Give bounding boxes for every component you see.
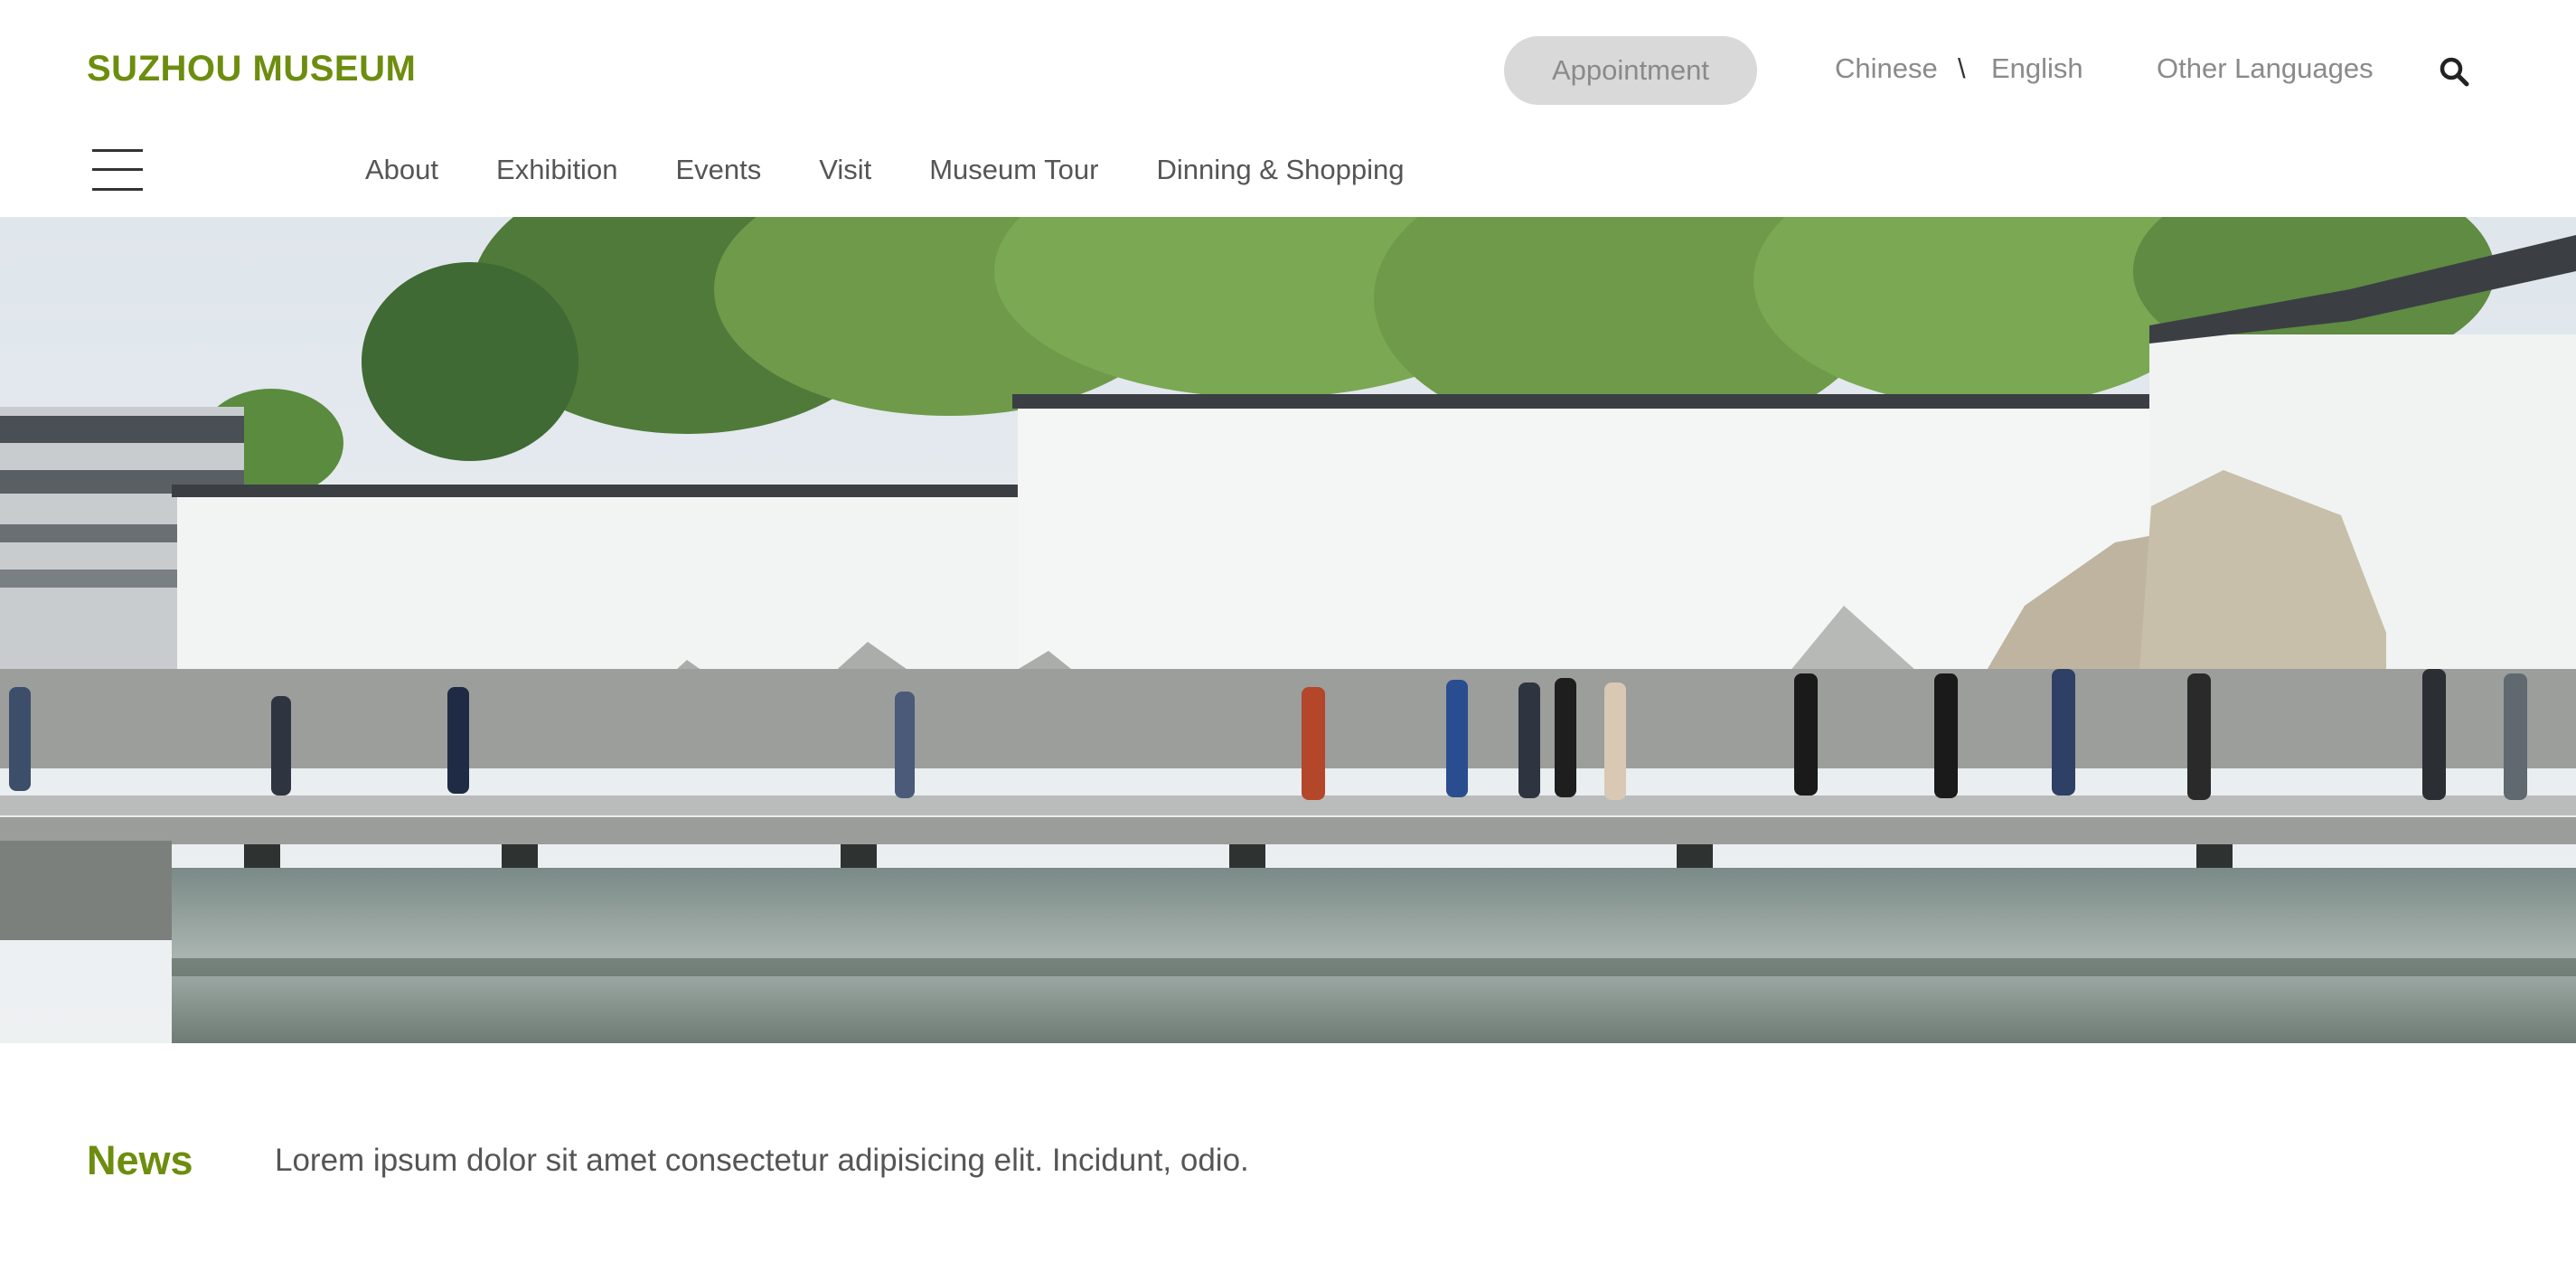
nav-item-visit[interactable]: Visit	[819, 154, 871, 186]
language-english-link[interactable]: English	[1991, 52, 2083, 85]
language-separator: \	[1958, 52, 1966, 84]
main-navigation: About Exhibition Events Visit Museum Tou…	[365, 154, 1462, 186]
nav-item-dining-shopping[interactable]: Dinning & Shopping	[1156, 154, 1404, 186]
hamburger-menu-icon[interactable]	[92, 149, 143, 191]
reflecting-pool	[172, 868, 2576, 1043]
nav-item-about[interactable]: About	[365, 154, 438, 186]
appointment-button[interactable]: Appointment	[1504, 36, 1757, 105]
other-languages-link[interactable]: Other Languages	[2157, 52, 2374, 85]
language-chinese-link[interactable]: Chinese	[1835, 52, 1938, 85]
hero-image	[0, 217, 2576, 1043]
nav-item-events[interactable]: Events	[675, 154, 761, 186]
news-section: News Lorem ipsum dolor sit amet consecte…	[87, 1134, 1249, 1188]
news-headline-link[interactable]: Lorem ipsum dolor sit amet consectetur a…	[275, 1143, 1249, 1179]
news-label: News	[87, 1137, 193, 1183]
site-header: SUZHOU MUSEUM Appointment Chinese \ Engl…	[0, 0, 2576, 217]
search-icon[interactable]	[2439, 56, 2469, 87]
nav-item-museum-tour[interactable]: Museum Tour	[929, 154, 1098, 186]
site-logo[interactable]: SUZHOU MUSEUM	[87, 49, 416, 89]
nav-item-exhibition[interactable]: Exhibition	[496, 154, 617, 186]
